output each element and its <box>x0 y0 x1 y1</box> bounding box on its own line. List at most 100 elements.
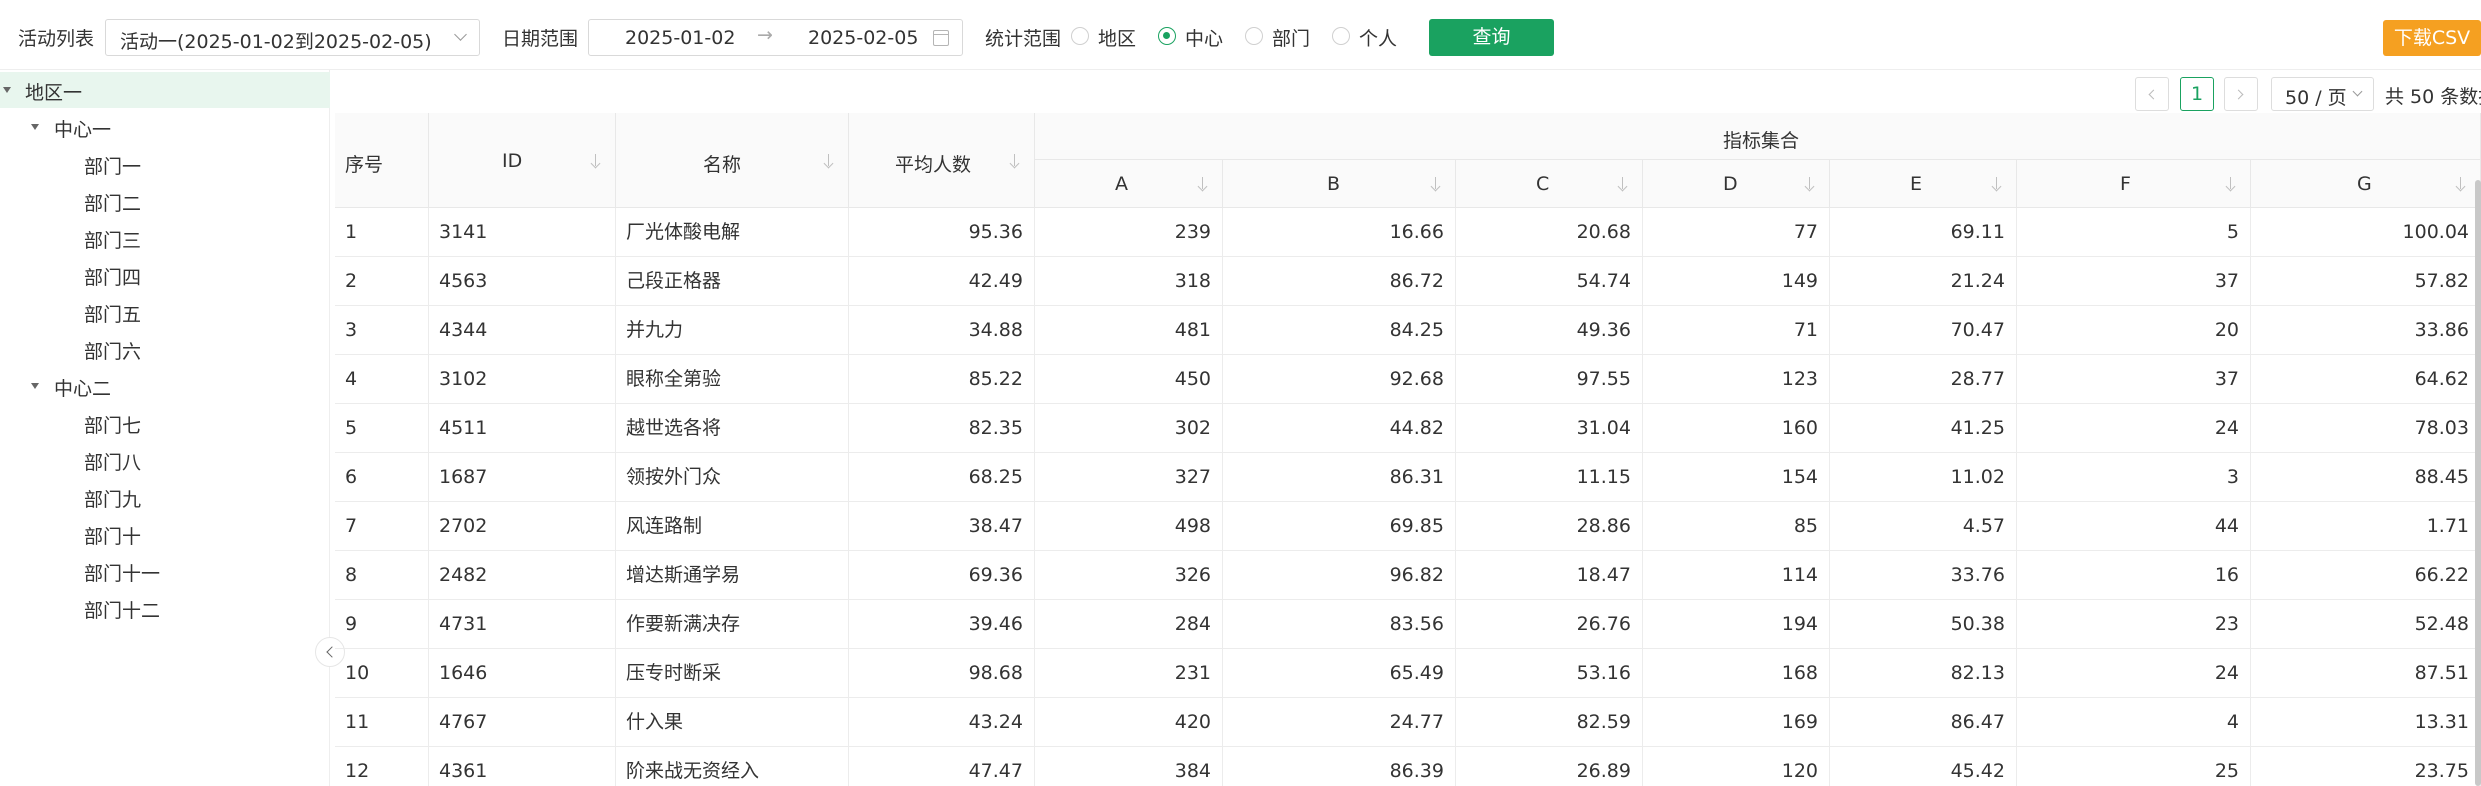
tree-node-label: 部门十二 <box>84 600 161 622</box>
radio-region[interactable] <box>1071 27 1089 45</box>
tree-node-department[interactable]: 部门九 <box>0 479 330 515</box>
calendar-icon <box>933 30 949 46</box>
table-cell: 384 <box>1035 747 1223 786</box>
sort-arrow-icon[interactable] <box>1197 177 1209 191</box>
sort-arrow-icon[interactable] <box>1991 177 2003 191</box>
sort-arrow-icon[interactable] <box>2455 177 2467 191</box>
column-header-avg[interactable]: 平均人数 <box>849 113 1035 208</box>
table-cell: 4344 <box>429 306 616 355</box>
column-header-metric-c[interactable]: C <box>1456 160 1643 208</box>
caret-down-icon[interactable] <box>31 383 39 389</box>
sort-arrow-icon[interactable] <box>2225 177 2237 191</box>
activity-select[interactable]: 活动一(2025-01-02到2025-02-05) <box>105 19 480 56</box>
table-cell: 20.68 <box>1456 208 1643 257</box>
table-cell: 3102 <box>429 355 616 404</box>
date-start[interactable]: 2025-01-02 <box>625 27 735 49</box>
tree-node-department[interactable]: 部门十 <box>0 516 330 552</box>
tree-node-department[interactable]: 部门三 <box>0 220 330 256</box>
table-cell: 11 <box>335 698 429 747</box>
table-cell: 44.82 <box>1223 404 1456 453</box>
table-cell: 194 <box>1643 600 1830 649</box>
page-number-current[interactable]: 1 <box>2180 77 2214 111</box>
tree-node-department[interactable]: 部门八 <box>0 442 330 478</box>
table-row[interactable]: 11 4767 什入果 43.24 420 24.77 82.59 169 86.47 4 13.3… <box>335 698 2481 747</box>
chevron-right-icon <box>2233 89 2244 100</box>
tree-node-center-2[interactable]: 中心二 <box>0 368 330 404</box>
table-cell: 3 <box>335 306 429 355</box>
sort-arrow-icon[interactable] <box>1617 177 1629 191</box>
radio-individual-label[interactable]: 个人 <box>1359 24 1397 51</box>
tree-node-department[interactable]: 部门十一 <box>0 553 330 589</box>
table-row[interactable]: 10 1646 压专时断采 98.68 231 65.49 53.16 168 82.13 24 8… <box>335 649 2481 698</box>
table-cell: 21.24 <box>1830 257 2017 306</box>
download-csv-button[interactable]: 下载CSV <box>2383 20 2481 56</box>
tree-node-region[interactable]: 地区一 <box>0 72 330 108</box>
radio-center[interactable] <box>1158 27 1176 45</box>
sort-arrow-icon[interactable] <box>1430 177 1442 191</box>
column-header-id[interactable]: ID <box>429 113 616 208</box>
tree-node-department[interactable]: 部门五 <box>0 294 330 330</box>
table-row[interactable]: 7 2702 风连路制 38.47 498 69.85 28.86 85 4.57 44 1.71 <box>335 502 2481 551</box>
query-button[interactable]: 查询 <box>1429 19 1554 56</box>
vertical-scrollbar[interactable] <box>2475 180 2481 786</box>
caret-down-icon[interactable] <box>3 87 11 93</box>
column-header-label: 序号 <box>345 153 384 176</box>
table-cell: 33.86 <box>2251 306 2481 355</box>
tree-node-department[interactable]: 部门四 <box>0 257 330 293</box>
date-range-picker[interactable]: 2025-01-02 → 2025-02-05 <box>588 19 963 56</box>
prev-page-button[interactable] <box>2135 77 2169 111</box>
arrow-right-icon: → <box>757 24 773 46</box>
date-end[interactable]: 2025-02-05 <box>808 27 918 49</box>
column-header-metric-f[interactable]: F <box>2017 160 2251 208</box>
table-cell: 18.47 <box>1456 551 1643 600</box>
table-row[interactable]: 5 4511 越世选各将 82.35 302 44.82 31.04 160 41.25 24 78… <box>335 404 2481 453</box>
sort-arrow-icon[interactable] <box>1804 177 1816 191</box>
tree-node-department[interactable]: 部门二 <box>0 183 330 219</box>
table-row[interactable]: 2 4563 己段正格器 42.49 318 86.72 54.74 149 21.24 37 57… <box>335 257 2481 306</box>
table-cell: 100.04 <box>2251 208 2481 257</box>
table-row[interactable]: 9 4731 作要新满决存 39.46 284 83.56 26.76 194 50.38 23 5… <box>335 600 2481 649</box>
column-header-metric-b[interactable]: B <box>1223 160 1456 208</box>
radio-region-label[interactable]: 地区 <box>1098 24 1136 51</box>
sort-arrow-icon[interactable] <box>1009 153 1021 168</box>
tree-node-department[interactable]: 部门七 <box>0 405 330 441</box>
sort-arrow-icon[interactable] <box>823 153 835 168</box>
table-row[interactable]: 6 1687 领按外门众 68.25 327 86.31 11.15 154 11.02 3 88.… <box>335 453 2481 502</box>
chevron-down-icon <box>454 28 467 41</box>
radio-department-label[interactable]: 部门 <box>1272 24 1310 51</box>
table-row[interactable]: 8 2482 增达斯通学易 69.36 326 96.82 18.47 114 33.76 16 6… <box>335 551 2481 600</box>
table-cell: 什入果 <box>616 698 849 747</box>
sort-arrow-icon[interactable] <box>590 153 602 168</box>
tree-node-label: 中心一 <box>54 119 112 141</box>
table-cell: 20 <box>2017 306 2251 355</box>
tree-node-department[interactable]: 部门一 <box>0 146 330 182</box>
radio-center-label[interactable]: 中心 <box>1185 24 1223 51</box>
table-cell: 1 <box>335 208 429 257</box>
column-header-metric-a[interactable]: A <box>1035 160 1223 208</box>
column-header-metric-e[interactable]: E <box>1830 160 2017 208</box>
column-header-metric-d[interactable]: D <box>1643 160 1830 208</box>
tree-node-department[interactable]: 部门十二 <box>0 590 330 626</box>
table-cell: 28.77 <box>1830 355 2017 404</box>
column-header-name[interactable]: 名称 <box>616 113 849 208</box>
next-page-button[interactable] <box>2224 77 2258 111</box>
caret-down-icon[interactable] <box>31 124 39 130</box>
tree-node-department[interactable]: 部门六 <box>0 331 330 367</box>
table-cell: 53.16 <box>1456 649 1643 698</box>
table-cell: 120 <box>1643 747 1830 786</box>
table-cell: 318 <box>1035 257 1223 306</box>
table-row[interactable]: 12 4361 阶来战无资经入 47.47 384 86.39 26.89 120 45.42 2… <box>335 747 2481 786</box>
table-cell: 10 <box>335 649 429 698</box>
table-cell: 97.55 <box>1456 355 1643 404</box>
table-cell: 1.71 <box>2251 502 2481 551</box>
column-header-metric-g[interactable]: G <box>2251 160 2481 208</box>
table-cell: 增达斯通学易 <box>616 551 849 600</box>
page-size-select[interactable]: 50 / 页 <box>2271 77 2374 111</box>
radio-individual[interactable] <box>1332 27 1350 45</box>
radio-department[interactable] <box>1245 27 1263 45</box>
table-cell: 169 <box>1643 698 1830 747</box>
table-row[interactable]: 1 3141 厂光体酸电解 95.36 239 16.66 20.68 77 69.11 5 100… <box>335 208 2481 257</box>
table-row[interactable]: 3 4344 并九力 34.88 481 84.25 49.36 71 70.47 20 33.86 <box>335 306 2481 355</box>
table-row[interactable]: 4 3102 眼称全第验 85.22 450 92.68 97.55 123 28.77 37 64… <box>335 355 2481 404</box>
tree-node-center-1[interactable]: 中心一 <box>0 109 330 145</box>
